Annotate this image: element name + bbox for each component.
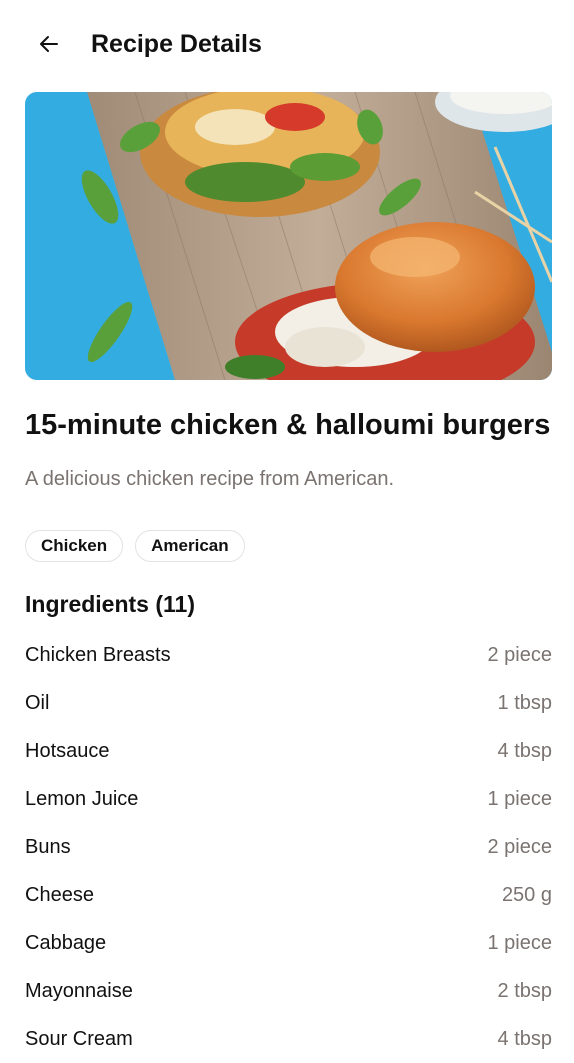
app-header: Recipe Details xyxy=(0,0,574,88)
ingredient-row: Mayonnaise 2 tbsp xyxy=(25,967,552,1015)
ingredient-name: Oil xyxy=(25,691,50,714)
ingredient-name: Mayonnaise xyxy=(25,979,133,1002)
ingredient-row: Sour Cream 4 tbsp xyxy=(25,1015,552,1063)
ingredient-name: Lemon Juice xyxy=(25,787,139,810)
ingredient-row: Buns 2 piece xyxy=(25,823,552,871)
ingredient-quantity: 1 tbsp xyxy=(497,691,552,714)
tag-chicken[interactable]: Chicken xyxy=(25,530,124,562)
ingredient-name: Cabbage xyxy=(25,931,107,954)
ingredient-row: Cheese 250 g xyxy=(25,871,552,919)
tag-list: Chicken American xyxy=(25,530,245,562)
page-title: Recipe Details xyxy=(91,30,262,58)
ingredient-name: Chicken Breasts xyxy=(25,643,171,666)
ingredient-row: Hotsauce 4 tbsp xyxy=(25,727,552,775)
ingredient-quantity: 1 piece xyxy=(487,931,553,954)
ingredient-quantity: 2 piece xyxy=(487,835,553,858)
ingredient-quantity: 2 piece xyxy=(487,643,553,666)
ingredient-name: Cheese xyxy=(25,883,94,906)
ingredient-quantity: 1 piece xyxy=(487,787,553,810)
tag-american[interactable]: American xyxy=(135,530,245,562)
ingredient-row: Lemon Juice 1 piece xyxy=(25,775,552,823)
ingredients-heading: Ingredients (11) xyxy=(25,591,195,617)
arrow-left-icon xyxy=(40,36,58,52)
back-button[interactable] xyxy=(33,28,65,60)
ingredient-quantity: 250 g xyxy=(501,883,552,906)
ingredient-row: Cabbage 1 piece xyxy=(25,919,552,967)
recipe-title: 15-minute chicken & halloumi burgers xyxy=(25,409,551,441)
ingredient-quantity: 4 tbsp xyxy=(497,739,552,762)
ingredient-list: Chicken Breasts 2 piece Oil 1 tbsp Hotsa… xyxy=(25,631,552,1063)
ingredient-name: Hotsauce xyxy=(25,739,110,762)
recipe-image xyxy=(25,92,552,380)
ingredient-name: Sour Cream xyxy=(25,1027,133,1050)
recipe-description: A delicious chicken recipe from American… xyxy=(25,468,395,490)
ingredient-name: Buns xyxy=(25,835,71,858)
ingredient-quantity: 4 tbsp xyxy=(497,1027,552,1050)
ingredient-quantity: 2 tbsp xyxy=(497,979,552,1002)
ingredient-row: Oil 1 tbsp xyxy=(25,679,552,727)
ingredient-row: Chicken Breasts 2 piece xyxy=(25,631,552,679)
